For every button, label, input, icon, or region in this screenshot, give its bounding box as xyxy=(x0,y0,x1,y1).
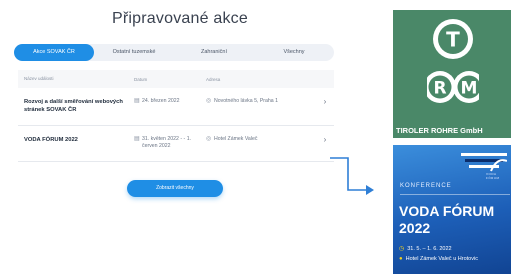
chevron-right-icon[interactable]: › xyxy=(316,98,334,106)
show-all-button[interactable]: Zobrazit všechny xyxy=(127,180,223,197)
ad-place-text: Hotel Zámek Valeč u Hrotovic xyxy=(405,256,478,262)
calendar-icon: ▤ xyxy=(134,98,140,104)
event-address: ◎ Hotel Zámek Valeč xyxy=(196,136,316,143)
event-date-text: 31. květen 2022 - - 1. červen 2022 xyxy=(142,136,192,149)
table-row[interactable]: VODA FÓRUM 2022 ▤ 31. květen 2022 - - 1.… xyxy=(18,126,334,162)
tiroler-brand-text: TIROLER ROHRE GmbH xyxy=(396,126,483,135)
event-filter-tabs: Akce SOVAK ČR Ostatní tuzemské Zahraničn… xyxy=(14,44,334,61)
header-name: Název události xyxy=(24,76,54,81)
tab-other-domestic[interactable]: Ostatní tuzemské xyxy=(94,44,174,61)
events-table: Název události Datum Adresa Rozvoj a dal… xyxy=(18,70,334,162)
location-pin-icon: ● xyxy=(399,256,403,262)
location-pin-icon: ◎ xyxy=(206,98,212,104)
logo-letter-t: T xyxy=(446,28,460,52)
tiroler-rohre-ad[interactable]: T R M TIROLER ROHRE GmbH xyxy=(393,10,511,138)
calendar-icon: ◷ xyxy=(399,246,405,252)
event-address: ◎ Novotného lávka 5, Praha 1 xyxy=(196,98,316,105)
calendar-icon: ▤ xyxy=(134,136,140,142)
header-address: Adresa xyxy=(206,76,221,82)
konference-label: KONFERENCE xyxy=(400,183,452,189)
event-address-text: Hotel Zámek Valeč xyxy=(214,136,258,142)
location-pin-icon: ◎ xyxy=(206,136,212,142)
ad-place: ● Hotel Zámek Valeč u Hrotovic xyxy=(399,256,478,262)
ad-date-text: 31. 5. – 1. 6. 2022 xyxy=(407,246,452,252)
event-date: ▤ 24. březen 2022 xyxy=(128,98,196,105)
voda-forum-small-logo: VODA FÓRUM xyxy=(486,172,500,180)
trm-logo-icon: T R M xyxy=(427,19,479,103)
event-date: ▤ 31. květen 2022 - - 1. červen 2022 xyxy=(128,136,196,150)
connector-arrow-icon xyxy=(330,157,374,195)
header-date: Datum xyxy=(134,76,148,82)
ad-divider xyxy=(400,194,510,195)
table-row[interactable]: Rozvoj a další směřování webových stráne… xyxy=(18,88,334,126)
event-date-text: 24. březen 2022 xyxy=(142,98,180,104)
ad-date: ◷ 31. 5. – 1. 6. 2022 xyxy=(399,245,452,252)
logo-letter-r: R xyxy=(433,79,446,99)
tab-foreign[interactable]: Zahraniční xyxy=(174,44,254,61)
tab-sovak-events[interactable]: Akce SOVAK ČR xyxy=(14,44,94,61)
ad-title-line2: 2022 xyxy=(399,220,431,236)
event-name[interactable]: VODA FÓRUM 2022 xyxy=(18,136,128,144)
logo-letter-m: M xyxy=(461,79,478,99)
ad-title-line1: VODA FÓRUM xyxy=(399,203,495,219)
voda-forum-ad[interactable]: VODA FÓRUM KONFERENCE VODA FÓRUM 2022 ◷ 3… xyxy=(393,145,511,274)
tab-all[interactable]: Všechny xyxy=(254,44,334,61)
event-name[interactable]: Rozvoj a další směřování webových stráne… xyxy=(18,98,128,114)
voda-forum-logo-icon xyxy=(461,153,507,172)
chevron-right-icon[interactable]: › xyxy=(316,136,334,144)
table-header: Název události Datum Adresa xyxy=(18,70,334,88)
event-address-text: Novotného lávka 5, Praha 1 xyxy=(214,98,279,104)
page-title: Připravované akce xyxy=(112,10,248,27)
